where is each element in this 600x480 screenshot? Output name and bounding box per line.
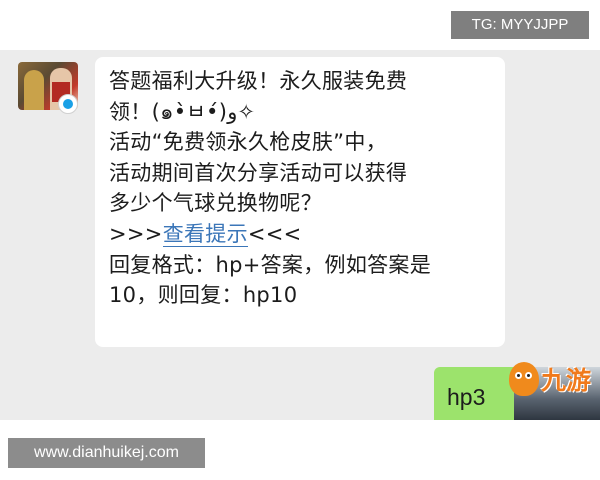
avatar-figure-left [24, 70, 44, 110]
incoming-message-bubble[interactable]: 答题福利大升级！永久服装免费 领！(๑•̀ㅂ•́)و✧ 活动“免费领永久枪皮肤”… [95, 57, 505, 347]
hint-prefix: >>> [109, 221, 163, 246]
hint-suffix: <<< [247, 221, 302, 246]
tg-watermark-label: TG: MYYJJPP [451, 11, 589, 39]
outgoing-message-bubble[interactable]: hp3 [434, 367, 514, 420]
message-line: 答题福利大升级！永久服装免费 [109, 69, 408, 93]
hint-line: >>>查看提示<<< [109, 219, 505, 250]
reply-format-line: 回复格式：hp+答案，例如答案是 [109, 252, 432, 277]
mascot-icon [509, 362, 539, 396]
reply-format-line: 10，则回复：hp10 [109, 283, 298, 308]
message-line: 多少个气球兑换物呢？ [109, 191, 322, 216]
brand-logo: 九游 [541, 366, 592, 395]
message-line: 活动期间首次分享活动可以获得 [109, 160, 408, 185]
qq-badge-icon [58, 94, 78, 114]
site-watermark: www.dianhuikej.com [8, 438, 205, 468]
message-line: 活动“免费领永久枪皮肤”中， [109, 130, 387, 155]
message-line: 领！(๑•̀ㅂ•́)و✧ [109, 99, 255, 124]
view-hint-link[interactable]: 查看提示 [162, 221, 248, 247]
